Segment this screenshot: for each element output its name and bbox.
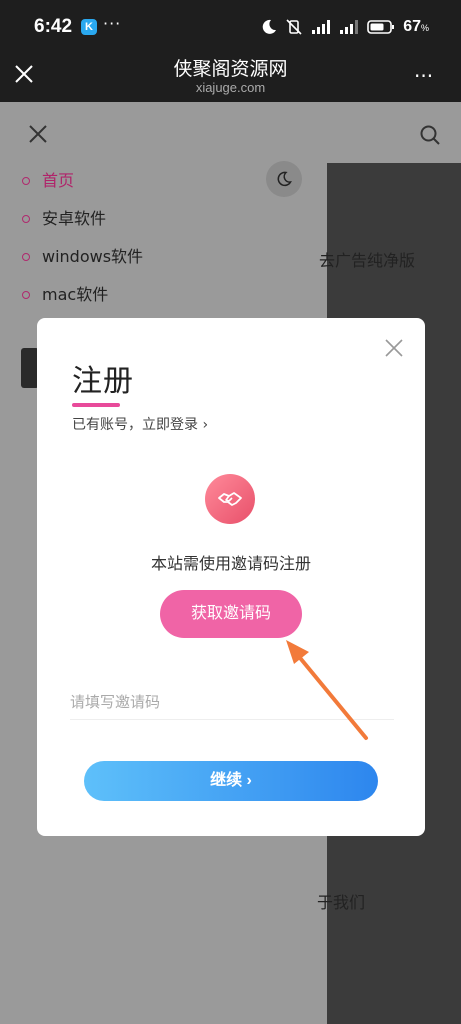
login-link[interactable]: 已有账号，立即登录 › xyxy=(72,414,208,434)
handshake-icon xyxy=(205,474,255,524)
menu-item-home[interactable]: 首页 xyxy=(22,168,143,206)
title-underline xyxy=(72,403,120,407)
browser-page-title: 侠聚阁资源网 xyxy=(173,58,288,80)
status-bar: 6:42 K ··· 67% xyxy=(0,0,461,50)
continue-button[interactable]: 继续 › xyxy=(84,761,378,801)
dark-mode-toggle[interactable] xyxy=(266,161,302,197)
browser-more-icon[interactable]: ··· xyxy=(414,64,433,88)
register-modal: 注册 已有账号，立即登录 › 本站需使用邀请码注册 获取邀请码 继续 › xyxy=(37,318,425,836)
menu-item-mac[interactable]: mac软件 xyxy=(22,282,143,320)
battery-percent: 67% xyxy=(403,18,429,35)
status-time: 6:42 xyxy=(34,16,73,37)
moon-icon xyxy=(277,171,292,187)
search-icon[interactable] xyxy=(419,124,441,146)
side-menu: 首页 安卓软件 windows软件 mac软件 xyxy=(22,168,143,320)
top-bar: 6:42 K ··· 67% 侠聚阁资源网 xiajuge.com ··· xyxy=(0,0,461,102)
menu-close-icon[interactable] xyxy=(28,124,48,144)
vibrate-off-icon xyxy=(286,19,302,35)
invite-message: 本站需使用邀请码注册 xyxy=(150,554,311,573)
signal-icon-2 xyxy=(340,20,359,34)
modal-title: 注册 xyxy=(72,364,134,399)
menu-item-android[interactable]: 安卓软件 xyxy=(22,206,143,244)
modal-close-icon[interactable] xyxy=(385,339,403,357)
get-invite-code-button[interactable]: 获取邀请码 xyxy=(160,590,302,638)
browser-page-url: xiajuge.com xyxy=(195,80,266,95)
background-text: 于我们 xyxy=(317,893,366,912)
background-text: 去广告纯净版 xyxy=(319,251,416,270)
menu-item-windows[interactable]: windows软件 xyxy=(22,244,143,282)
do-not-disturb-icon xyxy=(262,19,277,34)
signal-icon-1 xyxy=(312,20,331,34)
invite-code-input[interactable] xyxy=(70,684,394,720)
status-icons: 67% xyxy=(261,17,429,37)
app-notification-icon: K xyxy=(81,19,97,35)
more-notifications-icon: ··· xyxy=(103,14,122,33)
battery-icon xyxy=(367,20,395,34)
